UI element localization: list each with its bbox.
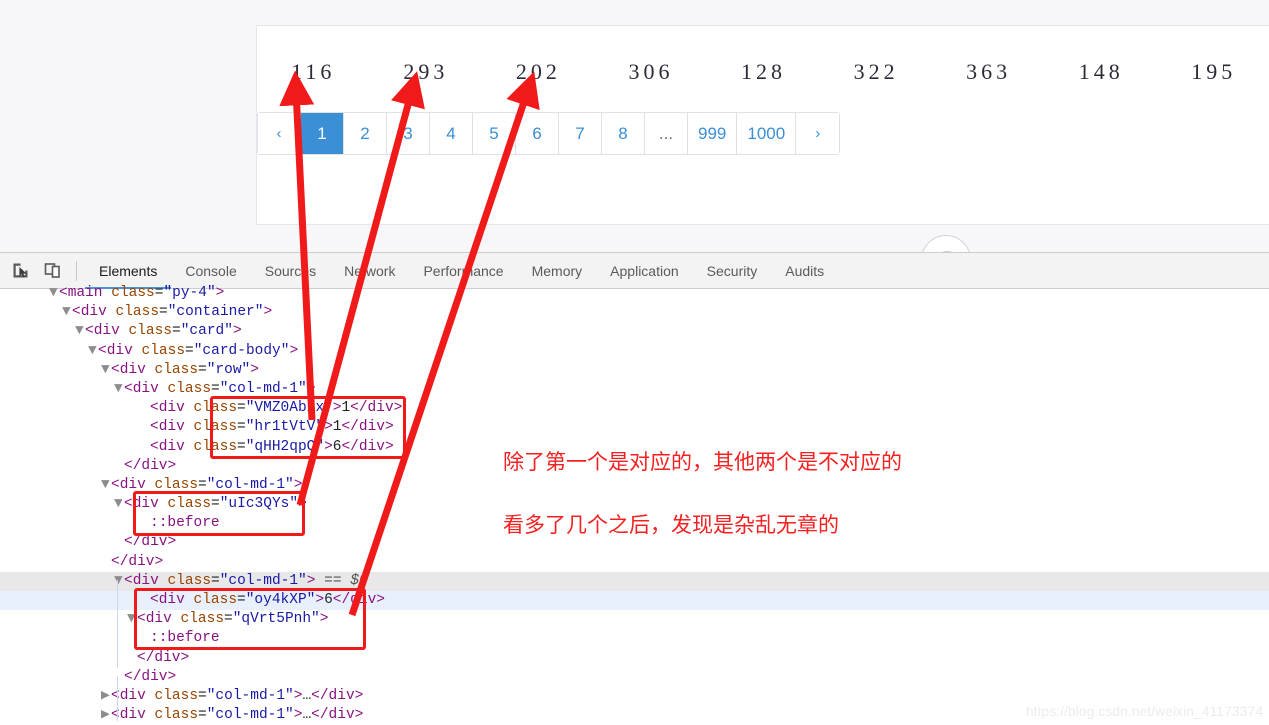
dom-node-line[interactable]: ::before [0,514,1269,533]
dom-node-line[interactable]: ▼<div class="uIc3QYs"> [0,495,1269,514]
dom-node-line[interactable]: ▼<div class="col-md-1"> [0,476,1269,495]
dom-node-line[interactable]: ▶<div class="col-md-1">…</div> [0,706,1269,721]
dom-node-line[interactable]: ▼<main class="py-4"> [0,284,1269,303]
dom-tree[interactable]: ▼<main class="py-4"> ▼<div class="contain… [0,284,1269,721]
dom-node-line[interactable]: ::before [0,629,1269,648]
pagination-prev[interactable]: ‹ [258,113,301,154]
devtools-panel: Elements Console Sources Network Performance… [0,252,1269,725]
dom-node-line[interactable]: ▼<div class="card-body"> [0,342,1269,361]
pagination-page-5[interactable]: 5 [473,113,516,154]
browser-viewport: 116 293 202 306 128 322 363 148 195 ‹ 1 2 3 4 5 6 7 8...… [0,0,1269,252]
pagination-page-3[interactable]: 3 [387,113,430,154]
pagination-page-7[interactable]: 7 [559,113,602,154]
pagination-page-4[interactable]: 4 [430,113,473,154]
dom-node-line[interactable]: ▼<div class="card"> [0,322,1269,341]
pagination-page-6[interactable]: 6 [516,113,559,154]
pagination-page-1000[interactable]: 1000 [737,113,797,154]
dom-node-line[interactable]: ▼<div class="col-md-1"> [0,380,1269,399]
number-cell: 322 [853,59,899,84]
number-cell: 306 [628,59,674,84]
pagination[interactable]: ‹ 1 2 3 4 5 6 7 8... 999 1000 › [257,112,841,155]
pagination-next[interactable]: › [796,113,840,154]
dom-node-line[interactable]: </div> [0,553,1269,572]
dom-node-line[interactable]: ▼<div class="qVrt5Pnh"> [0,610,1269,629]
dom-node-line[interactable]: <div class="oy4kXP">6</div> [0,591,1269,611]
pagination-page-1[interactable]: 1 [301,113,344,154]
dom-node-line[interactable]: </div> [0,668,1269,687]
toolbar-divider [76,260,77,281]
dom-node-line[interactable]: <div class="VMZ0Abzx">1</div> [0,399,1269,418]
pagination-page-2[interactable]: 2 [344,113,387,154]
tree-guide-line [117,580,118,668]
dom-node-line[interactable]: ▼<div class="container"> [0,303,1269,322]
number-cell: 116 [291,59,336,84]
number-cell: 202 [515,59,561,84]
number-cell: 363 [966,59,1012,84]
dom-node-line[interactable]: ▼<div class="row"> [0,361,1269,380]
pagination-ellipsis: ... [645,113,688,154]
inspect-element-icon[interactable] [6,257,34,285]
dom-node-line[interactable]: <div class="qHH2qpQ">6</div> [0,438,1269,457]
pagination-page-999[interactable]: 999 [688,113,738,154]
number-cell: 293 [403,59,449,84]
dom-node-line[interactable]: ▼<div class="col-md-1"> == $0 [0,571,1269,591]
result-card: 116 293 202 306 128 322 363 148 195 ‹ 1 2 3 4 5 6 7 8...… [256,25,1269,225]
number-row: 116 293 202 306 128 322 363 148 195 [257,52,1269,92]
number-cell: 195 [1191,59,1237,84]
dom-node-line[interactable]: </div> [0,457,1269,476]
dom-node-line[interactable]: </div> [0,533,1269,552]
tree-guide-line [117,676,118,721]
number-cell: 128 [741,59,787,84]
dom-node-line[interactable]: </div> [0,649,1269,668]
dom-node-line[interactable]: ▶<div class="col-md-1">…</div> [0,687,1269,706]
number-cell: 148 [1078,59,1124,84]
device-toolbar-icon[interactable] [38,257,66,285]
scroll-to-top-button[interactable] [921,235,971,252]
pagination-page-8[interactable]: 8 [602,113,645,154]
dom-node-line[interactable]: <div class="hr1tVtV">1</div> [0,418,1269,437]
